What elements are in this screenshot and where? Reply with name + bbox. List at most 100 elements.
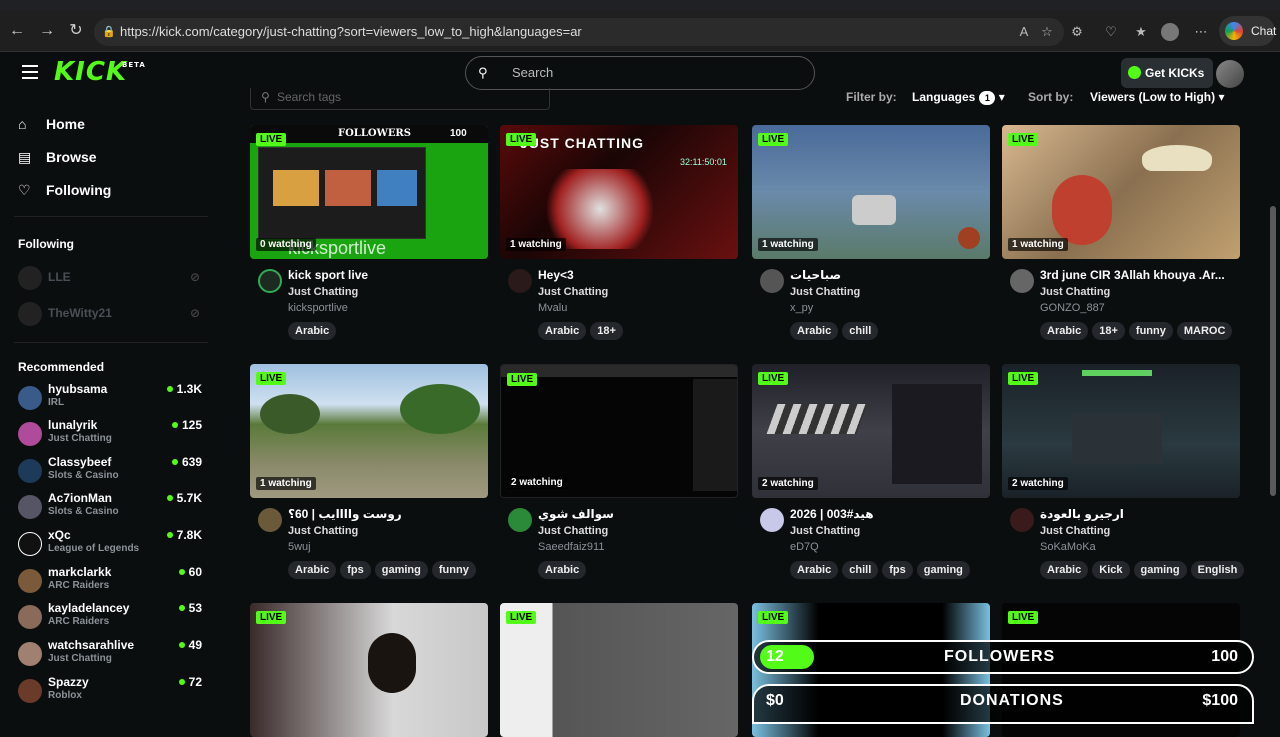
tag[interactable]: chill (842, 322, 879, 340)
streamer-name[interactable]: kicksportlive (288, 302, 488, 314)
sidebar-item-browse[interactable]: ▤ Browse (18, 145, 97, 169)
stream-title[interactable]: 3rd june CIR 3Allah khouya .Ar... (1040, 259, 1236, 282)
stream-thumbnail[interactable]: LIVE 2 watching (752, 364, 990, 498)
stream-card[interactable]: LIVE 1 watching روست واااايب | 60؟ Just … (250, 364, 488, 579)
stream-thumbnail[interactable]: LIVE (250, 603, 488, 737)
search-input[interactable]: ⚲ Search (465, 56, 815, 90)
tag[interactable]: funny (431, 561, 476, 579)
following-item[interactable]: LLE ⊘ (18, 262, 204, 292)
avatar[interactable] (508, 508, 532, 532)
stream-category[interactable]: Just Chatting (1040, 525, 1240, 537)
stream-thumbnail[interactable]: FOLLOWERS 100 LIVE kicksportlive 0 watch… (250, 125, 488, 259)
more-menu-icon[interactable]: ⋯ (1192, 23, 1210, 41)
stream-title[interactable]: صباحيات (790, 259, 986, 282)
favorite-star-icon[interactable]: ☆ (1038, 23, 1056, 41)
stream-thumbnail[interactable]: LIVE 1 watching (1002, 125, 1240, 259)
stream-thumbnail[interactable]: LIVE 2 watching (1002, 364, 1240, 498)
tag[interactable]: Kick (1092, 561, 1130, 579)
stream-card[interactable]: LIVE 1 watching صباحيات Just Chatting x_… (752, 125, 990, 340)
recommended-item[interactable]: watchsarahlive Just Chatting 49 (18, 636, 204, 672)
stream-card[interactable]: FOLLOWERS 100 LIVE kicksportlive 0 watch… (250, 125, 488, 340)
stream-category[interactable]: Just Chatting (790, 286, 990, 298)
stream-category[interactable]: Just Chatting (538, 525, 738, 537)
recommended-item[interactable]: markclarkk ARC Raiders 60 (18, 563, 204, 599)
extensions-icon[interactable]: ⚙ (1068, 23, 1086, 41)
stream-thumbnail[interactable]: LIVE 1 watching (250, 364, 488, 498)
tag[interactable]: Arabic (1040, 322, 1089, 340)
streamer-name[interactable]: x_py (790, 302, 990, 314)
tag[interactable]: Arabic (538, 322, 587, 340)
streamer-name[interactable]: GONZO_887 (1040, 302, 1240, 314)
scrollbar[interactable] (1270, 94, 1276, 720)
tag[interactable]: 18+ (1092, 322, 1125, 340)
stream-title[interactable]: ارجيرو بالعودة (1040, 498, 1236, 521)
tag[interactable]: gaming (916, 561, 970, 579)
tag[interactable]: Arabic (288, 561, 337, 579)
tag[interactable]: fps (340, 561, 371, 579)
avatar[interactable] (258, 508, 282, 532)
tag[interactable]: MAROC (1176, 322, 1233, 340)
stream-thumbnail[interactable]: JUST CHATTING 32:11:50:01 LIVE 1 watchin… (500, 125, 738, 259)
tag[interactable]: Arabic (790, 561, 839, 579)
avatar[interactable] (760, 269, 784, 293)
stream-card[interactable]: JUST CHATTING 32:11:50:01 LIVE 1 watchin… (500, 125, 738, 340)
profile-icon[interactable] (1161, 23, 1179, 41)
stream-category[interactable]: Just Chatting (538, 286, 738, 298)
streamer-name[interactable]: eD7Q (790, 541, 990, 553)
sort-dropdown[interactable]: Viewers (Low to High) ▾ (1090, 90, 1225, 104)
avatar[interactable] (1010, 269, 1034, 293)
get-kicks-button[interactable]: Get KICKs (1121, 58, 1213, 88)
avatar[interactable] (508, 269, 532, 293)
sidebar-item-home[interactable]: ⌂ Home (18, 112, 85, 136)
tag[interactable]: gaming (1133, 561, 1187, 579)
tag[interactable]: English (1190, 561, 1245, 579)
streamer-name[interactable]: SoKaMoKa (1040, 541, 1240, 553)
reload-icon[interactable]: ↻ (66, 21, 86, 41)
stream-thumbnail[interactable]: LIVE (500, 603, 738, 737)
streamer-name[interactable]: Saeedfaiz911 (538, 541, 738, 553)
tag-search-input[interactable]: ⚲ Search tags (250, 88, 550, 110)
kick-logo[interactable]: KICK BETA (54, 57, 145, 87)
tag[interactable]: chill (842, 561, 879, 579)
tag[interactable]: Arabic (790, 322, 839, 340)
address-bar[interactable]: 🔒 https://kick.com/category/just-chattin… (94, 18, 1064, 46)
stream-title[interactable]: kick sport live (288, 259, 484, 282)
stream-title[interactable]: روست واااايب | 60؟ (288, 498, 484, 521)
stream-card[interactable]: LIVE 2 watching سوالف شوي Just Chatting … (500, 364, 738, 579)
stream-category[interactable]: Just Chatting (288, 286, 488, 298)
stream-card[interactable]: LIVE 2 watching 2026 | 003#هيد Just Chat… (752, 364, 990, 579)
avatar[interactable] (760, 508, 784, 532)
recommended-item[interactable]: Ac7ionMan Slots & Casino 5.7K (18, 489, 204, 525)
recommended-item[interactable]: Classybeef Slots & Casino 639 (18, 453, 204, 489)
favorites-icon[interactable]: ★ (1132, 23, 1150, 41)
recommended-item[interactable]: hyubsama IRL 1.3K (18, 380, 204, 416)
languages-dropdown[interactable]: Languages 1 ▾ (912, 90, 1005, 105)
stream-card[interactable]: LIVE (500, 603, 738, 737)
tag[interactable]: fps (882, 561, 913, 579)
recommended-item[interactable]: Spazzy Roblox 72 (18, 673, 204, 709)
scrollbar-thumb[interactable] (1270, 206, 1276, 496)
stream-card[interactable]: LIVE (250, 603, 488, 737)
stream-thumbnail[interactable]: LIVE 2 watching (500, 364, 738, 498)
browser-essentials-icon[interactable]: ♡ (1102, 23, 1120, 41)
stream-card[interactable]: LIVE 2 watching ارجيرو بالعودة Just Chat… (1002, 364, 1245, 579)
tag[interactable]: Arabic (288, 322, 337, 340)
menu-icon[interactable] (22, 65, 38, 79)
tag[interactable]: Arabic (538, 561, 587, 579)
stream-title[interactable]: سوالف شوي (538, 498, 734, 521)
streamer-name[interactable]: Mvalu (538, 302, 738, 314)
recommended-item[interactable]: lunalyrik Just Chatting 125 (18, 416, 204, 452)
tag[interactable]: 18+ (590, 322, 623, 340)
streamer-name[interactable]: 5wuj (288, 541, 488, 553)
tag[interactable]: gaming (374, 561, 428, 579)
stream-card[interactable]: LIVE 1 watching 3rd june CIR 3Allah khou… (1002, 125, 1240, 340)
copilot-chat-button[interactable]: Chat (1219, 16, 1276, 46)
tag[interactable]: funny (1128, 322, 1173, 340)
recommended-item[interactable]: kayladelancey ARC Raiders 53 (18, 599, 204, 635)
avatar[interactable] (258, 269, 282, 293)
stream-category[interactable]: Just Chatting (1040, 286, 1240, 298)
avatar[interactable] (1010, 508, 1034, 532)
following-item[interactable]: TheWitty21 ⊘ (18, 298, 204, 328)
read-aloud-icon[interactable]: A (1015, 23, 1033, 41)
stream-title[interactable]: 2026 | 003#هيد (790, 498, 986, 521)
